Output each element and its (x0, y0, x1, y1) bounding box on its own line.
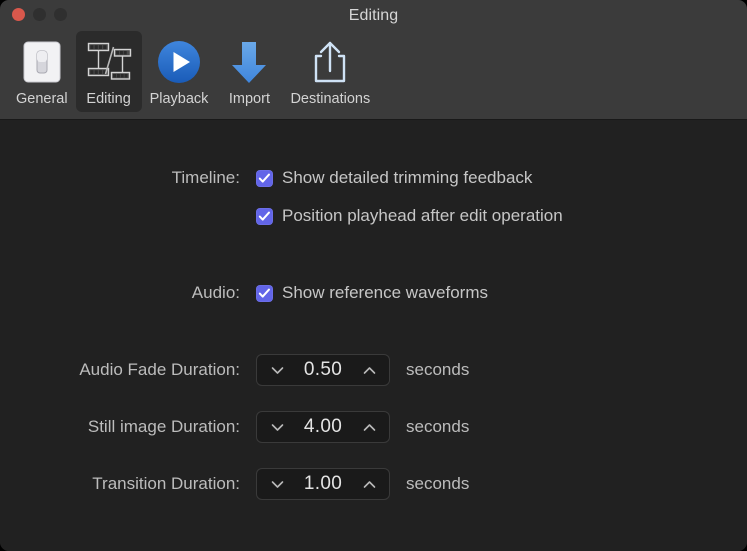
toolbar-tabs: General (8, 31, 378, 112)
setting-row-still-image-duration: Still image Duration: 4.00 seconds (32, 411, 469, 443)
still-image-duration-value[interactable]: 4.00 (285, 412, 361, 442)
checkbox-label: Position playhead after edit operation (282, 204, 563, 228)
down-arrow-icon (224, 37, 274, 87)
setting-row-timeline-1: Timeline: Show detailed trimming feedbac… (32, 166, 532, 190)
transition-duration-units: seconds (406, 472, 469, 496)
chevron-down-icon[interactable] (269, 419, 285, 435)
chevron-down-icon[interactable] (269, 476, 285, 492)
tab-editing[interactable]: Editing (76, 31, 142, 112)
audio-fade-duration-stepper[interactable]: 0.50 (256, 354, 390, 386)
still-image-duration-units: seconds (406, 415, 469, 439)
still-image-duration-label: Still image Duration: (32, 415, 256, 439)
transition-duration-value[interactable]: 1.00 (285, 469, 361, 499)
checkbox-show-detailed-trimming-feedback[interactable]: Show detailed trimming feedback (256, 166, 532, 190)
settings-panel: Timeline: Show detailed trimming feedbac… (0, 120, 747, 551)
tab-destinations-label: Destinations (290, 90, 370, 108)
still-image-duration-stepper[interactable]: 4.00 (256, 411, 390, 443)
traffic-lights (12, 8, 67, 21)
checkmark-icon (258, 210, 271, 223)
checkbox-label: Show detailed trimming feedback (282, 166, 532, 190)
tab-general[interactable]: General (8, 31, 76, 112)
chevron-up-icon[interactable] (361, 362, 377, 378)
tab-destinations[interactable]: Destinations (282, 31, 378, 112)
checkbox-box (256, 285, 273, 302)
checkbox-box (256, 208, 273, 225)
setting-row-audio-fade-duration: Audio Fade Duration: 0.50 seconds (32, 354, 469, 386)
tab-import-label: Import (229, 90, 270, 108)
film-trim-icon (84, 37, 134, 87)
share-icon (305, 37, 355, 87)
chevron-down-icon[interactable] (269, 362, 285, 378)
window-title: Editing (0, 7, 747, 25)
tab-editing-label: Editing (86, 90, 130, 108)
switch-icon (20, 37, 64, 87)
timeline-group-label: Timeline: (32, 166, 256, 190)
checkbox-box (256, 170, 273, 187)
close-button[interactable] (12, 8, 25, 21)
audio-fade-duration-value[interactable]: 0.50 (285, 355, 361, 385)
tab-playback[interactable]: Playback (142, 31, 217, 112)
setting-row-audio: Audio: Show reference waveforms (32, 281, 488, 305)
transition-duration-stepper[interactable]: 1.00 (256, 468, 390, 500)
audio-fade-duration-units: seconds (406, 358, 469, 382)
checkbox-position-playhead-after-edit-operation[interactable]: Position playhead after edit operation (256, 204, 563, 228)
maximize-button[interactable] (54, 8, 67, 21)
tab-playback-label: Playback (150, 90, 209, 108)
play-circle-icon (154, 37, 204, 87)
tab-general-label: General (16, 90, 68, 108)
audio-group-label: Audio: (32, 281, 256, 305)
setting-row-transition-duration: Transition Duration: 1.00 seconds (32, 468, 469, 500)
checkmark-icon (258, 172, 271, 185)
transition-duration-label: Transition Duration: (32, 472, 256, 496)
checkbox-label: Show reference waveforms (282, 281, 488, 305)
setting-row-timeline-2: Position playhead after edit operation (32, 204, 563, 228)
checkbox-show-reference-waveforms[interactable]: Show reference waveforms (256, 281, 488, 305)
preferences-window: Editing General (0, 0, 747, 551)
chevron-up-icon[interactable] (361, 476, 377, 492)
minimize-button[interactable] (33, 8, 46, 21)
checkmark-icon (258, 287, 271, 300)
chevron-up-icon[interactable] (361, 419, 377, 435)
titlebar: Editing General (0, 0, 747, 120)
audio-fade-duration-label: Audio Fade Duration: (32, 358, 256, 382)
tab-import[interactable]: Import (216, 31, 282, 112)
